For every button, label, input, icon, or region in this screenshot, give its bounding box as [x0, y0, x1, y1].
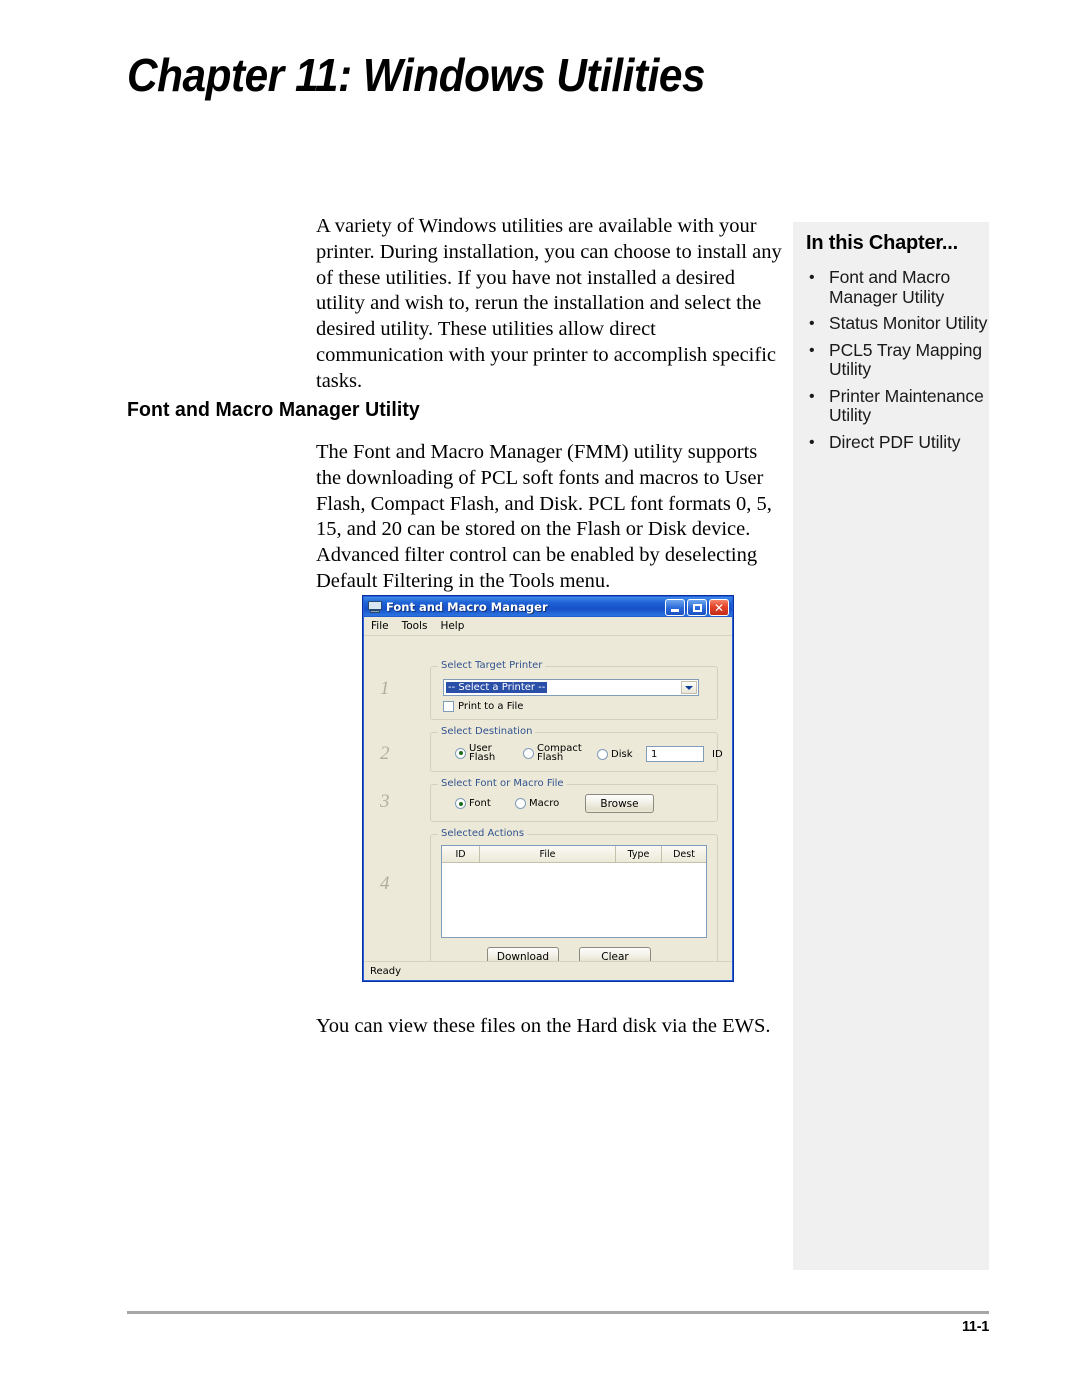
step-number-2: 2 [380, 743, 390, 764]
printer-select-value: -- Select a Printer -- [446, 682, 548, 693]
group-label-select-target-printer: Select Target Printer [438, 660, 546, 671]
maximize-button[interactable] [687, 599, 707, 616]
step-number-4: 4 [380, 873, 390, 894]
group-label-select-destination: Select Destination [438, 726, 536, 737]
destination-radio-user-flash[interactable]: User Flash [455, 744, 496, 763]
window-title: Font and Macro Manager [386, 600, 548, 614]
sidebar-item-direct-pdf-utility[interactable]: • Direct PDF Utility [797, 431, 989, 453]
sidebar-item-label: PCL5 Tray Mapping Utility [829, 339, 982, 379]
file-type-radio-macro[interactable]: Macro [515, 798, 559, 809]
footer-page-number: 11-1 [961, 1319, 989, 1335]
close-button[interactable]: ✕ [709, 599, 729, 616]
intro-paragraph: A variety of Windows utilities are avail… [316, 215, 782, 392]
sidebar-item-label: Font and Macro Manager Utility [829, 267, 951, 307]
group-selected-actions: Selected Actions ID File Type Dest Downl… [430, 828, 718, 974]
font-and-macro-manager-window: Font and Macro Manager ✕ File Tools Help… [362, 595, 734, 982]
browse-button[interactable]: Browse [585, 794, 654, 813]
status-bar: Ready [364, 961, 732, 980]
destination-user-flash-label-line2: Flash [469, 752, 496, 763]
radio-icon[interactable] [455, 747, 466, 759]
sidebar-item-status-monitor-utility[interactable]: • Status Monitor Utility [797, 313, 989, 334]
sidebar-item-font-and-macro-manager-utility[interactable]: • Font and Macro Manager Utility [797, 267, 989, 307]
listview-header: ID File Type Dest [442, 846, 706, 863]
group-select-font-or-macro-file: Select Font or Macro File Font Macro Bro… [430, 778, 718, 822]
column-header-file[interactable]: File [480, 846, 616, 862]
destination-compact-flash-label-line2: Flash [537, 752, 564, 763]
radio-icon[interactable] [523, 747, 534, 759]
sidebar-item-pcl5-tray-mapping-utility[interactable]: • PCL5 Tray Mapping Utility [797, 339, 989, 380]
radio-icon[interactable] [455, 798, 466, 809]
closing-paragraph-block: You can view these files on the Hard dis… [316, 1014, 786, 1040]
group-select-destination: Select Destination User Flash Compact Fl… [430, 726, 723, 772]
bullet-icon: • [809, 387, 815, 405]
section-paragraph: The Font and Macro Manager (FMM) utility… [316, 441, 772, 592]
destination-disk-label: Disk [611, 748, 633, 760]
sidebar-item-label: Status Monitor Utility [829, 313, 988, 333]
file-type-radio-font[interactable]: Font [455, 798, 491, 809]
dialog-body: 1 2 3 4 Select Target Printer -- Select … [364, 636, 732, 974]
step-number-1: 1 [380, 678, 390, 699]
sidebar-title: In this Chapter... [806, 232, 958, 254]
footer-divider [127, 1311, 989, 1314]
close-icon: ✕ [713, 600, 725, 615]
sidebar-item-label: Direct PDF Utility [829, 431, 961, 452]
radio-icon[interactable] [597, 749, 608, 760]
group-select-target-printer: Select Target Printer -- Select a Printe… [430, 660, 718, 720]
chevron-down-icon[interactable] [681, 681, 697, 694]
window-client-area: File Tools Help 1 2 3 4 Select Target Pr… [364, 617, 732, 980]
minimize-button[interactable] [665, 599, 685, 616]
destination-radio-disk[interactable]: Disk [597, 749, 632, 760]
radio-icon[interactable] [515, 798, 526, 809]
group-label-selected-actions: Selected Actions [438, 828, 528, 839]
section-paragraph-block: The Font and Macro Manager (FMM) utility… [316, 440, 778, 595]
section-heading: Font and Macro Manager Utility [127, 398, 420, 421]
status-text: Ready [370, 965, 402, 977]
menu-item-file[interactable]: File [371, 620, 389, 632]
window-titlebar: Font and Macro Manager ✕ [364, 597, 732, 617]
listview-rows [442, 863, 706, 937]
print-to-file-label: Print to a File [458, 701, 524, 712]
in-this-chapter-panel: In this Chapter... • Font and Macro Mana… [793, 222, 989, 1270]
intro-paragraph-block: A variety of Windows utilities are avail… [316, 214, 786, 395]
column-header-dest[interactable]: Dest [662, 846, 706, 862]
file-type-font-label: Font [469, 798, 491, 809]
sidebar-list: • Font and Macro Manager Utility • Statu… [797, 267, 989, 459]
sidebar-item-label: Printer Maintenance Utility [829, 385, 984, 425]
window-controls: ✕ [665, 599, 729, 616]
bullet-icon: • [809, 433, 815, 451]
closing-paragraph: You can view these files on the Hard dis… [316, 1015, 771, 1037]
page-title: Chapter 11: Windows Utilities [127, 49, 706, 101]
print-to-file-checkbox[interactable] [443, 701, 454, 712]
printer-select-combobox[interactable]: -- Select a Printer -- [443, 679, 699, 696]
menu-bar: File Tools Help [364, 617, 732, 636]
destination-radio-compact-flash[interactable]: Compact Flash [523, 744, 582, 763]
destination-id-label: ID [712, 749, 723, 760]
sidebar-item-printer-maintenance-utility[interactable]: • Printer Maintenance Utility [797, 385, 989, 426]
menu-item-help[interactable]: Help [440, 620, 464, 632]
maximize-icon [692, 603, 702, 612]
destination-id-input[interactable]: 1 [646, 746, 704, 762]
step-number-3: 3 [380, 791, 390, 812]
bullet-icon: • [809, 315, 815, 332]
group-label-select-font-or-macro-file: Select Font or Macro File [438, 778, 567, 789]
bullet-icon: • [809, 269, 815, 286]
column-header-id[interactable]: ID [442, 846, 480, 862]
file-type-macro-label: Macro [529, 798, 560, 809]
bullet-icon: • [809, 341, 815, 359]
selected-actions-listview[interactable]: ID File Type Dest [441, 845, 707, 938]
minimize-icon [671, 609, 679, 612]
print-to-file-checkbox-row[interactable]: Print to a File [443, 701, 523, 712]
column-header-type[interactable]: Type [616, 846, 662, 862]
computer-icon [368, 600, 382, 614]
menu-item-tools[interactable]: Tools [402, 620, 428, 632]
